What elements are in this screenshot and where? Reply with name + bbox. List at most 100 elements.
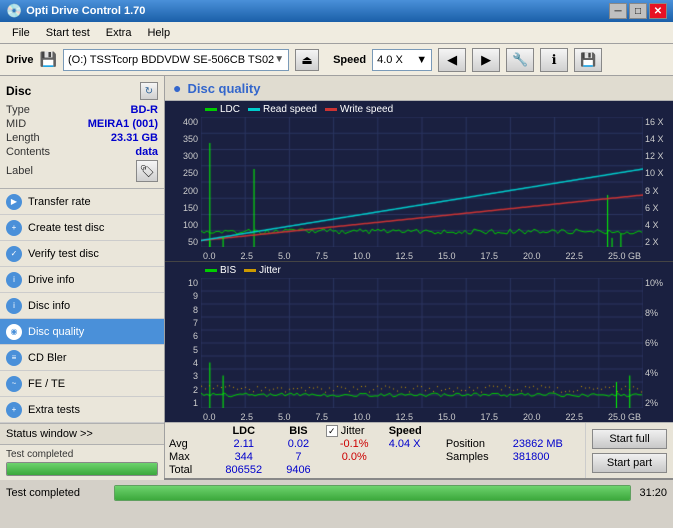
- disc-label-icon: 🏷: [139, 164, 154, 178]
- minimize-button[interactable]: ─: [609, 3, 627, 19]
- bis-total: 9406: [277, 464, 320, 476]
- disc-label-button[interactable]: 🏷: [136, 160, 158, 182]
- bottom-chart-y-axis-left: 10 9 8 7 6 5 4 3 2 1: [165, 278, 201, 408]
- sidebar-item-transfer-rate[interactable]: ▶ Transfer rate: [0, 189, 164, 215]
- disc-refresh-button[interactable]: ↻: [140, 82, 158, 100]
- menu-file[interactable]: File: [4, 25, 38, 41]
- start-part-button[interactable]: Start part: [592, 453, 667, 473]
- disc-quality-header-icon: ●: [173, 80, 181, 96]
- disc-type-row: Type BD-R: [6, 104, 158, 116]
- sidebar-item-cd-bler[interactable]: ≡ CD Bler: [0, 345, 164, 371]
- disc-length-row: Length 23.31 GB: [6, 132, 158, 144]
- drive-selector[interactable]: (O:) TSSTcorp BDDVDW SE-506CB TS02 ▼: [63, 49, 289, 71]
- statusbar-progress-bar: [114, 485, 631, 501]
- transfer-rate-icon: ▶: [6, 194, 22, 210]
- disc-mid-value: MEIRA1 (001): [88, 118, 158, 130]
- jitter-label: Jitter: [259, 265, 281, 276]
- cd-bler-icon: ≡: [6, 350, 22, 366]
- jitter-max: 0.0%: [326, 451, 383, 463]
- eject-button[interactable]: ⏏: [295, 49, 319, 71]
- legend-jitter: Jitter: [244, 265, 281, 276]
- menu-start-test[interactable]: Start test: [38, 25, 98, 41]
- content-area: ● Disc quality LDC Read speed: [165, 76, 673, 478]
- speed-label: Speed: [333, 54, 366, 66]
- app-title: Opti Drive Control 1.70: [26, 5, 609, 17]
- legend-read-speed: Read speed: [248, 104, 317, 115]
- sidebar-item-fe-te[interactable]: ~ FE / TE: [0, 371, 164, 397]
- charts-container: LDC Read speed Write speed 400 350 30: [165, 101, 673, 422]
- legend-write-speed: Write speed: [325, 104, 393, 115]
- jitter-header: Jitter: [341, 425, 365, 437]
- bottom-chart-x-axis: 0.0 2.5 5.0 7.5 10.0 12.5 15.0 17.5 20.0…: [201, 412, 643, 422]
- bis-header: BIS: [277, 425, 320, 437]
- sidebar-item-drive-info[interactable]: i Drive info: [0, 267, 164, 293]
- statusbar-time: 31:20: [639, 487, 667, 499]
- samples-value: 381800: [513, 451, 581, 463]
- status-window-button[interactable]: Status window >>: [0, 423, 164, 445]
- drive-label: Drive: [6, 54, 34, 66]
- ldc-max: 344: [216, 451, 271, 463]
- disc-info-icon: i: [6, 298, 22, 314]
- maximize-button[interactable]: □: [629, 3, 647, 19]
- statusbar-progress-fill: [115, 486, 630, 500]
- content-header: ● Disc quality: [165, 76, 673, 101]
- bottom-chart: BIS Jitter 10 9 8 7 6 5 4 3: [165, 262, 673, 422]
- sidebar-item-disc-info[interactable]: i Disc info: [0, 293, 164, 319]
- jitter-checkbox-row[interactable]: ✓ Jitter: [326, 425, 383, 437]
- ldc-header: LDC: [216, 425, 271, 437]
- test-completed-section: Test completed: [0, 445, 164, 480]
- speed-dropdown-arrow: ▼: [416, 54, 427, 66]
- app-icon: 💿: [6, 3, 22, 19]
- speed-selector[interactable]: 4.0 X ▼: [372, 49, 432, 71]
- sidebar-item-label-disc-info: Disc info: [28, 300, 70, 312]
- info-button[interactable]: ℹ: [540, 48, 568, 72]
- window-controls: ─ □ ✕: [609, 3, 667, 19]
- bottom-chart-y-axis-right: 10% 8% 6% 4% 2%: [643, 278, 673, 408]
- menu-help[interactable]: Help: [139, 25, 178, 41]
- ldc-total: 806552: [216, 464, 271, 476]
- disc-mid-row: MID MEIRA1 (001): [6, 118, 158, 130]
- total-label: Total: [169, 464, 210, 476]
- sidebar-item-label-fe-te: FE / TE: [28, 378, 65, 390]
- sidebar-item-label-create-test-disc: Create test disc: [28, 222, 104, 234]
- disc-contents-row: Contents data: [6, 146, 158, 158]
- jitter-checkbox[interactable]: ✓: [326, 425, 338, 437]
- disc-length-label: Length: [6, 132, 40, 144]
- sidebar-item-label-disc-quality: Disc quality: [28, 326, 84, 338]
- ldc-label: LDC: [220, 104, 240, 115]
- prev-speed-button[interactable]: ◀: [438, 48, 466, 72]
- bis-avg: 0.02: [277, 438, 320, 450]
- status-window-label: Status window >>: [6, 428, 93, 440]
- settings-button[interactable]: 🔧: [506, 48, 534, 72]
- sidebar-item-label-transfer-rate: Transfer rate: [28, 196, 91, 208]
- sidebar-item-disc-quality[interactable]: ◉ Disc quality: [0, 319, 164, 345]
- disc-contents-label: Contents: [6, 146, 50, 158]
- disc-quality-icon: ◉: [6, 324, 22, 340]
- avg-label: Avg: [169, 438, 210, 450]
- menu-extra[interactable]: Extra: [98, 25, 140, 41]
- disc-type-value: BD-R: [131, 104, 159, 116]
- disc-label-row: Label 🏷: [6, 160, 158, 182]
- read-speed-color: [248, 108, 260, 111]
- sidebar-item-create-test-disc[interactable]: + Create test disc: [0, 215, 164, 241]
- start-full-button[interactable]: Start full: [592, 429, 667, 449]
- close-button[interactable]: ✕: [649, 3, 667, 19]
- test-progress-fill: [7, 463, 157, 475]
- sidebar-item-extra-tests[interactable]: + Extra tests: [0, 397, 164, 423]
- next-speed-button[interactable]: ▶: [472, 48, 500, 72]
- sidebar-item-label-verify-test-disc: Verify test disc: [28, 248, 99, 260]
- legend-ldc: LDC: [205, 104, 240, 115]
- top-chart-y-axis-left: 400 350 300 250 200 150 100 50: [165, 117, 201, 247]
- disc-label-label: Label: [6, 165, 33, 177]
- bis-color: [205, 269, 217, 272]
- position-value: 23862 MB: [513, 438, 581, 450]
- disc-mid-label: MID: [6, 118, 26, 130]
- sidebar-item-label-drive-info: Drive info: [28, 274, 74, 286]
- bottom-chart-legend: BIS Jitter: [205, 265, 281, 276]
- save-button[interactable]: 💾: [574, 48, 602, 72]
- main-layout: Disc ↻ Type BD-R MID MEIRA1 (001) Length…: [0, 76, 673, 478]
- create-test-disc-icon: +: [6, 220, 22, 236]
- sidebar-item-verify-test-disc[interactable]: ✓ Verify test disc: [0, 241, 164, 267]
- bis-label: BIS: [220, 265, 236, 276]
- extra-tests-icon: +: [6, 402, 22, 418]
